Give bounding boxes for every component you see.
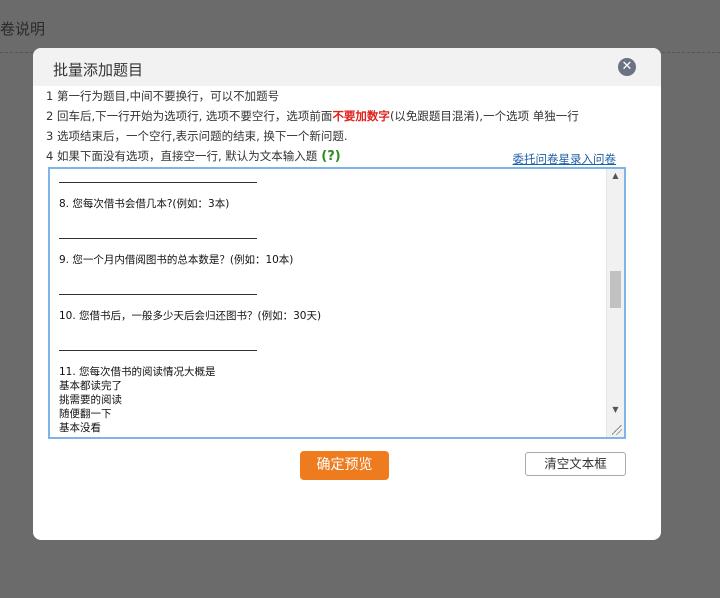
questions-textarea[interactable]: 8. 您每次借书会借几本?(例如：3本) 9. 您一个月内借阅图书的总本数是？(例… (48, 167, 626, 439)
question-text-line: 8. 您每次借书会借几本?(例如：3本) (59, 198, 230, 210)
dialog-title: 批量添加题目 (53, 61, 144, 79)
resize-grip-icon[interactable] (612, 425, 622, 435)
separator-line (59, 225, 257, 239)
help-icon[interactable]: (?) (321, 149, 340, 164)
instruction-line-1: 1 第一行为题目,中间不要换行，可以不加题号 (46, 89, 280, 103)
textarea-scrollbar[interactable]: ▲ ▼ (606, 169, 624, 437)
instruction-line-2-before: 2 回车后,下一行开始为选项行, 选项不要空行，选项前面 (46, 109, 333, 123)
question-text-line: 随便翻一下 (59, 408, 112, 420)
scrollbar-thumb[interactable] (610, 271, 621, 308)
batch-add-questions-dialog: 批量添加题目 ✕ 1 第一行为题目,中间不要换行，可以不加题号 2 回车后,下一… (33, 48, 661, 540)
question-text-line: 10. 您借书后，一般多少天后会归还图书？(例如：30天) (59, 310, 322, 322)
instruction-warning-highlight: 不要加数字 (332, 109, 390, 123)
separator-line (59, 337, 257, 351)
instruction-line-3: 3 选项结束后，一个空行,表示问题的结束, 换下一个新问题. (46, 129, 348, 143)
clear-textarea-button[interactable]: 清空文本框 (525, 452, 626, 476)
scroll-down-arrow-icon[interactable]: ▼ (607, 403, 624, 417)
question-text-line: 11. 您每次借书的阅读情况大概是 (59, 366, 216, 378)
background-section-title: 卷说明 (0, 20, 46, 38)
scrollbar-corner (607, 417, 624, 437)
textarea-content: 8. 您每次借书会借几本?(例如：3本) 9. 您一个月内借阅图书的总本数是？(例… (59, 169, 607, 435)
separator-line (59, 169, 257, 183)
instruction-line-2-after: (以免跟题目混淆),一个选项 单独一行 (389, 109, 579, 123)
entrust-entry-link[interactable]: 委托问卷星录入问卷 (513, 151, 617, 167)
question-text-line: 基本没看 (59, 422, 101, 434)
question-text-line: 基本都读完了 (59, 380, 122, 392)
scroll-up-arrow-icon[interactable]: ▲ (607, 169, 624, 183)
instruction-line-2: 2 回车后,下一行开始为选项行, 选项不要空行，选项前面不要加数字(以免跟题目混… (46, 108, 579, 124)
confirm-preview-button[interactable]: 确定预览 (300, 451, 389, 480)
question-text-line: 9. 您一个月内借阅图书的总本数是？(例如：10本) (59, 254, 294, 266)
dialog-header: 批量添加题目 ✕ (33, 48, 661, 86)
instruction-line-4-text: 4 如果下面没有选项，直接空一行, 默认为文本输入题 (46, 149, 318, 163)
question-text-line: 挑需要的阅读 (59, 394, 122, 406)
separator-line (59, 281, 257, 295)
close-icon[interactable]: ✕ (618, 58, 636, 76)
instruction-line-4: 4 如果下面没有选项，直接空一行, 默认为文本输入题 (?) (46, 148, 341, 164)
